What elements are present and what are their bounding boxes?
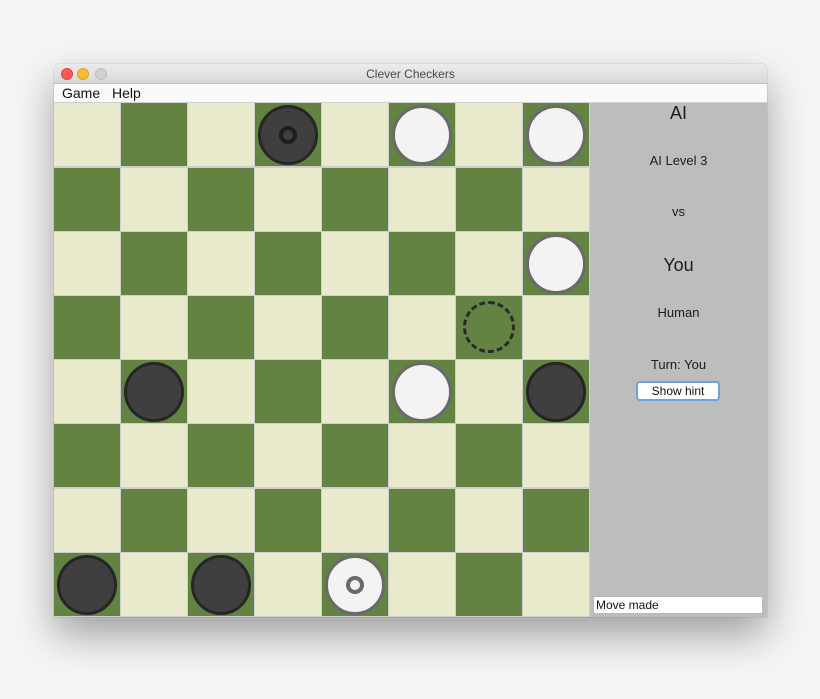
board-square[interactable]: [188, 360, 254, 423]
board-square[interactable]: [456, 168, 522, 231]
board-square[interactable]: [389, 553, 455, 616]
board-square[interactable]: [188, 553, 254, 616]
board-square[interactable]: [322, 296, 388, 359]
board-square[interactable]: [456, 424, 522, 487]
board-square[interactable]: [523, 296, 589, 359]
menu-help[interactable]: Help: [112, 85, 141, 101]
board-square[interactable]: [121, 296, 187, 359]
move-hint-marker[interactable]: [463, 301, 515, 353]
board-square[interactable]: [389, 424, 455, 487]
board-square[interactable]: [188, 103, 254, 166]
board-square[interactable]: [523, 232, 589, 295]
board-square[interactable]: [322, 553, 388, 616]
light-checker-piece[interactable]: [392, 361, 452, 422]
menu-game[interactable]: Game: [62, 85, 100, 101]
board-square[interactable]: [121, 103, 187, 166]
board-square[interactable]: [322, 489, 388, 552]
board-square[interactable]: [188, 168, 254, 231]
dark-king-piece[interactable]: [258, 104, 318, 165]
board-square[interactable]: [389, 296, 455, 359]
side-panel: AI AI Level 3 vs You Human Turn: You Sho…: [590, 103, 767, 617]
king-marker-icon: [346, 575, 364, 594]
board-square[interactable]: [456, 232, 522, 295]
player1-name: AI: [669, 103, 687, 123]
board-square[interactable]: [54, 103, 120, 166]
menu-bar: Game Help: [54, 84, 767, 103]
board-square[interactable]: [456, 103, 522, 166]
light-checker-piece[interactable]: [392, 104, 452, 165]
board-square[interactable]: [255, 232, 321, 295]
checkers-board[interactable]: [54, 103, 590, 617]
board-square[interactable]: [389, 232, 455, 295]
status-field: Move made: [593, 596, 763, 614]
player2-name: You: [663, 255, 694, 275]
board-square[interactable]: [255, 360, 321, 423]
dark-checker-piece[interactable]: [124, 361, 184, 422]
king-marker-icon: [279, 125, 297, 144]
dark-checker-piece[interactable]: [57, 554, 117, 615]
board-square[interactable]: [322, 424, 388, 487]
board-square[interactable]: [255, 296, 321, 359]
board-square[interactable]: [456, 296, 522, 359]
board-square[interactable]: [255, 489, 321, 552]
board-square[interactable]: [188, 296, 254, 359]
turn-indicator: Turn: You: [650, 357, 707, 372]
versus-label: vs: [672, 204, 685, 219]
board-square[interactable]: [523, 489, 589, 552]
board-square[interactable]: [322, 360, 388, 423]
board-square[interactable]: [121, 424, 187, 487]
board-square[interactable]: [121, 232, 187, 295]
board-square[interactable]: [456, 489, 522, 552]
board-square[interactable]: [456, 553, 522, 616]
board-square[interactable]: [188, 489, 254, 552]
board-square[interactable]: [121, 360, 187, 423]
board-square[interactable]: [255, 553, 321, 616]
board-square[interactable]: [322, 168, 388, 231]
light-king-piece[interactable]: [325, 554, 385, 615]
board-square[interactable]: [255, 424, 321, 487]
board-square[interactable]: [54, 489, 120, 552]
show-hint-button[interactable]: Show hint: [636, 381, 720, 401]
board-square[interactable]: [389, 360, 455, 423]
board-square[interactable]: [54, 296, 120, 359]
board-square[interactable]: [255, 103, 321, 166]
board-square[interactable]: [523, 168, 589, 231]
dark-checker-piece[interactable]: [191, 554, 251, 615]
board-square[interactable]: [188, 232, 254, 295]
board-square[interactable]: [523, 360, 589, 423]
light-checker-piece[interactable]: [526, 233, 586, 294]
board-square[interactable]: [54, 553, 120, 616]
board-square[interactable]: [389, 103, 455, 166]
board-square[interactable]: [121, 489, 187, 552]
board-square[interactable]: [188, 424, 254, 487]
player2-type: Human: [657, 305, 700, 320]
board-square[interactable]: [523, 103, 589, 166]
board-square[interactable]: [54, 232, 120, 295]
board-square[interactable]: [255, 168, 321, 231]
app-window: Clever Checkers Game Help AI AI Level 3 …: [54, 64, 767, 617]
board-square[interactable]: [523, 553, 589, 616]
board-square[interactable]: [54, 424, 120, 487]
board-square[interactable]: [456, 360, 522, 423]
board-square[interactable]: [389, 168, 455, 231]
board-square[interactable]: [121, 168, 187, 231]
light-checker-piece[interactable]: [526, 104, 586, 165]
window-title: Clever Checkers: [366, 67, 455, 81]
board-square[interactable]: [322, 103, 388, 166]
board-square[interactable]: [322, 232, 388, 295]
board-square[interactable]: [54, 168, 120, 231]
board-square[interactable]: [523, 424, 589, 487]
dark-checker-piece[interactable]: [526, 361, 586, 422]
board-square[interactable]: [389, 489, 455, 552]
board-square[interactable]: [54, 360, 120, 423]
board-square[interactable]: [121, 553, 187, 616]
title-bar[interactable]: Clever Checkers: [54, 64, 767, 84]
player1-type: AI Level 3: [649, 153, 708, 168]
